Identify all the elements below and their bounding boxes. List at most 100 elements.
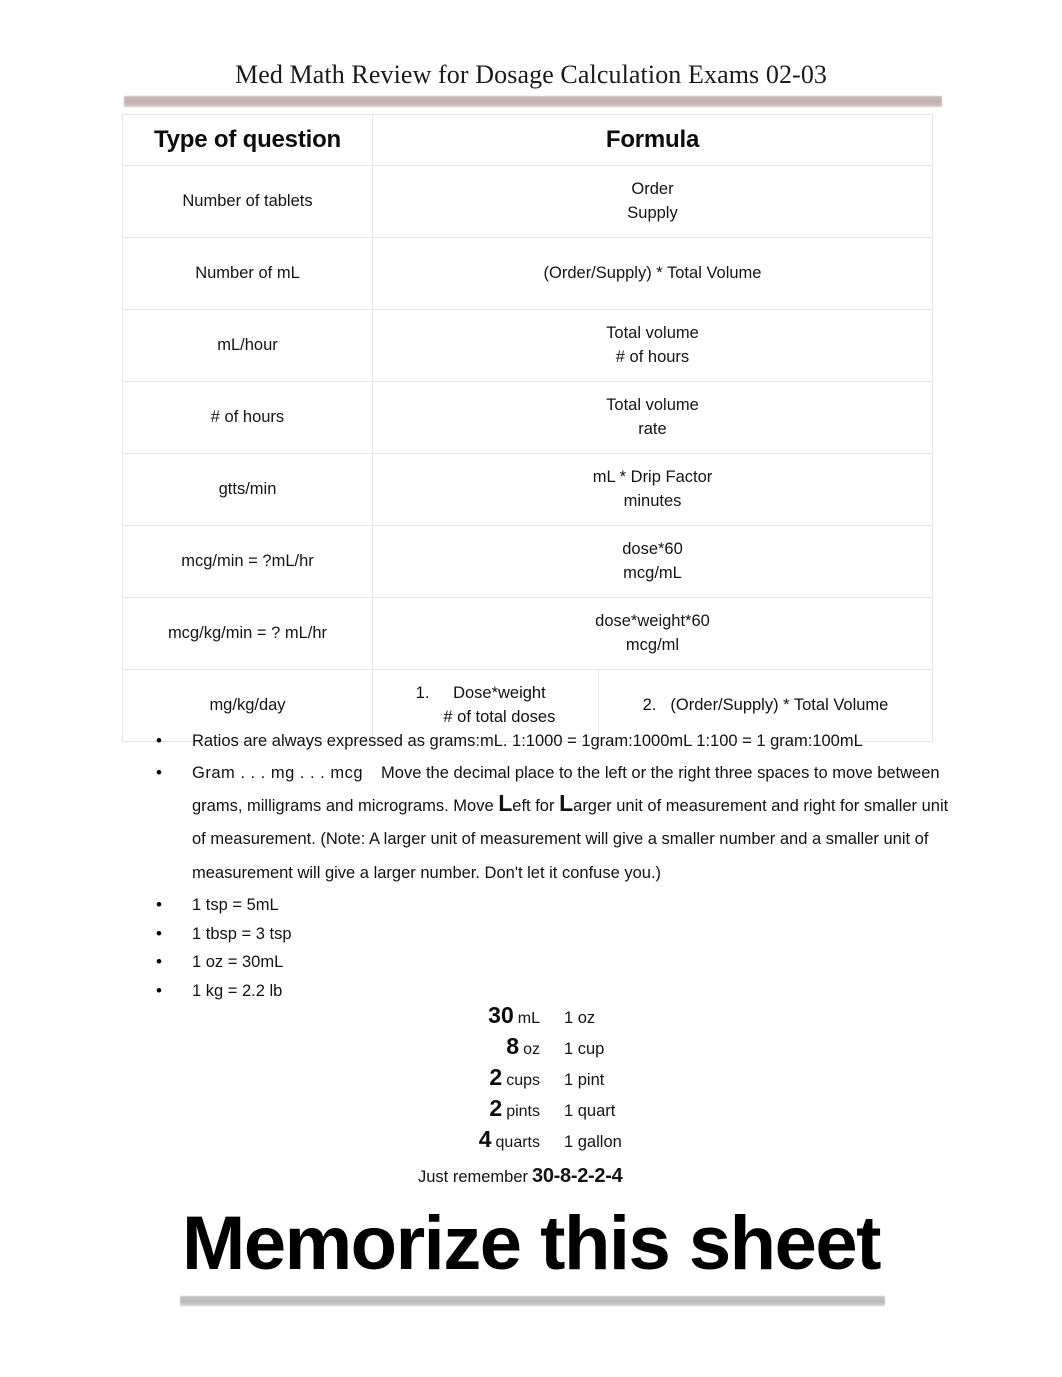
option-one-marker: 1. <box>415 684 430 703</box>
question-type-cell: gtts/min <box>122 453 373 526</box>
formula-cell: mL * Drip Factor minutes <box>372 453 933 526</box>
conversion-row: 8 oz 1 cup <box>458 1033 658 1064</box>
fraction-denominator: Supply <box>627 203 678 222</box>
formula-cell: dose*weight*60 mcg/ml <box>372 597 933 670</box>
conversion-unit: cups <box>506 1072 540 1089</box>
mnemonic-line: Just remember 30-8-2-2-4 <box>418 1165 718 1188</box>
conversion-row: 2 pints 1 quart <box>458 1095 658 1126</box>
fraction-numerator: mL * Drip Factor <box>592 468 713 487</box>
conversion-amount: 8 oz <box>458 1033 540 1060</box>
conversion-amount: 4 quarts <box>458 1126 540 1153</box>
note-tsp: 1 tsp = 5mL <box>192 896 279 915</box>
list-item: 1 tbsp = 3 tsp <box>150 920 950 948</box>
conversion-number: 2 <box>489 1064 503 1090</box>
conversion-number: 8 <box>506 1033 520 1059</box>
fraction-numerator: dose*weight*60 <box>595 612 710 631</box>
notes-list: Ratios are always expressed as grams:mL.… <box>150 727 950 1007</box>
conversion-amount: 2 pints <box>458 1095 540 1122</box>
conversion-number: 4 <box>478 1126 492 1152</box>
bottom-decorative-bar <box>180 1296 885 1306</box>
formula-cell: dose*60 mcg/mL <box>372 525 933 598</box>
question-type-cell: mcg/kg/min = ? mL/hr <box>122 597 373 670</box>
conversion-equivalent: 1 quart <box>564 1102 616 1120</box>
conversion-amount: 2 cups <box>458 1064 540 1091</box>
list-item: Ratios are always expressed as grams:mL.… <box>150 727 950 755</box>
mnemonic-value: 30-8-2-2-4 <box>532 1165 623 1187</box>
emphasis-letter-larger: L <box>559 790 574 817</box>
conversion-row: 2 cups 1 pint <box>458 1064 658 1095</box>
fraction-numerator: Total volume <box>606 324 699 343</box>
question-type-cell: Number of tablets <box>122 165 373 238</box>
question-type-cell: mL/hour <box>122 309 373 382</box>
conversion-row: 30 mL 1 oz <box>458 1002 658 1033</box>
emphasis-letter-left: L <box>498 790 513 817</box>
list-item: 1 oz = 30mL <box>150 948 950 976</box>
fraction: Total volume rate <box>606 394 699 441</box>
list-item: 1 tsp = 5mL <box>150 891 950 919</box>
formula-cell: (Order/Supply) * Total Volume <box>372 237 933 310</box>
conversion-equivalent: 1 gallon <box>564 1133 622 1151</box>
fraction-denominator: mcg/ml <box>625 635 680 654</box>
fraction: Total volume # of hours <box>606 322 699 369</box>
table-row: mcg/min = ?mL/hr dose*60 mcg/mL <box>122 525 933 598</box>
conversion-number: 30 <box>488 1002 514 1028</box>
option-two-text: (Order/Supply) * Total Volume <box>670 695 889 714</box>
formula-cell: Total volume rate <box>372 381 933 454</box>
top-decorative-bar <box>124 96 942 107</box>
fraction-numerator: Dose*weight <box>453 684 546 703</box>
page-title: Med Math Review for Dosage Calculation E… <box>234 60 828 89</box>
option-one-fraction: Dose*weight # of total doses <box>443 682 555 729</box>
table-row: mcg/kg/min = ? mL/hr dose*weight*60 mcg/… <box>122 597 933 670</box>
question-type-cell: Number of mL <box>122 237 373 310</box>
table-row: mL/hour Total volume # of hours <box>122 309 933 382</box>
conversion-row: 4 quarts 1 gallon <box>458 1126 658 1157</box>
conversion-equivalent: 1 oz <box>564 1009 596 1027</box>
table-header-row: Type of question Formula <box>122 114 933 166</box>
fraction-denominator: # of hours <box>615 347 690 366</box>
conversion-unit: mL <box>517 1010 540 1027</box>
fraction-numerator: Total volume <box>606 396 699 415</box>
fraction-denominator: rate <box>638 419 667 438</box>
fraction: mL * Drip Factor minutes <box>593 466 713 513</box>
conversion-unit: quarts <box>495 1134 540 1151</box>
document-page: Med Math Review for Dosage Calculation E… <box>0 0 1062 1377</box>
question-type-cell: mcg/min = ?mL/hr <box>122 525 373 598</box>
fraction: dose*60 mcg/mL <box>622 538 683 585</box>
table-row: Number of mL (Order/Supply) * Total Volu… <box>122 237 933 310</box>
note-kg: 1 kg = 2.2 lb <box>192 982 283 1001</box>
note-unit-ladder-part2: eft for <box>512 797 560 816</box>
memorize-heading: Memorize this sheet <box>182 1201 881 1286</box>
fraction-denominator: mcg/mL <box>623 563 682 582</box>
numbered-item: 2. (Order/Supply) * Total Volume <box>643 694 889 717</box>
conversion-number: 2 <box>489 1095 503 1121</box>
mnemonic-label: Just remember <box>418 1168 529 1186</box>
list-item: Gram . . . mg . . . mcgMove the decimal … <box>150 756 950 890</box>
formula-cell: Total volume # of hours <box>372 309 933 382</box>
conversion-equivalent: 1 pint <box>564 1071 605 1089</box>
numbered-item: 1. Dose*weight # of total doses <box>416 682 556 729</box>
column-header-formula: Formula <box>372 114 933 166</box>
list-item: 1 kg = 2.2 lb <box>150 977 950 1005</box>
conversion-table: 30 mL 1 oz 8 oz 1 cup 2 cups 1 pint 2 pints … <box>418 1002 658 1187</box>
formula-cell: Order Supply <box>372 165 933 238</box>
table-row: gtts/min mL * Drip Factor minutes <box>122 453 933 526</box>
fraction-denominator: # of total doses <box>443 707 556 726</box>
column-header-type: Type of question <box>122 114 373 166</box>
fraction-denominator: minutes <box>623 491 682 510</box>
conversion-unit: oz <box>523 1041 540 1058</box>
conversion-amount: 30 mL <box>458 1002 540 1029</box>
fraction-numerator: dose*60 <box>622 540 683 559</box>
formula-table: Type of question Formula Number of table… <box>122 114 933 742</box>
note-unit-ladder-lead: Gram . . . mg . . . mcg <box>192 763 364 782</box>
note-ratios: Ratios are always expressed as grams:mL.… <box>192 732 863 750</box>
note-tbsp: 1 tbsp = 3 tsp <box>192 924 292 943</box>
option-two-marker: 2. <box>642 695 657 714</box>
conversion-equivalent: 1 cup <box>564 1040 605 1058</box>
table-row: Number of tablets Order Supply <box>122 165 933 238</box>
note-oz: 1 oz = 30mL <box>192 953 284 972</box>
table-row: # of hours Total volume rate <box>122 381 933 454</box>
question-type-cell: # of hours <box>122 381 373 454</box>
conversion-unit: pints <box>506 1103 540 1120</box>
fraction: dose*weight*60 mcg/ml <box>595 610 710 657</box>
fraction-numerator: Order <box>631 180 674 199</box>
